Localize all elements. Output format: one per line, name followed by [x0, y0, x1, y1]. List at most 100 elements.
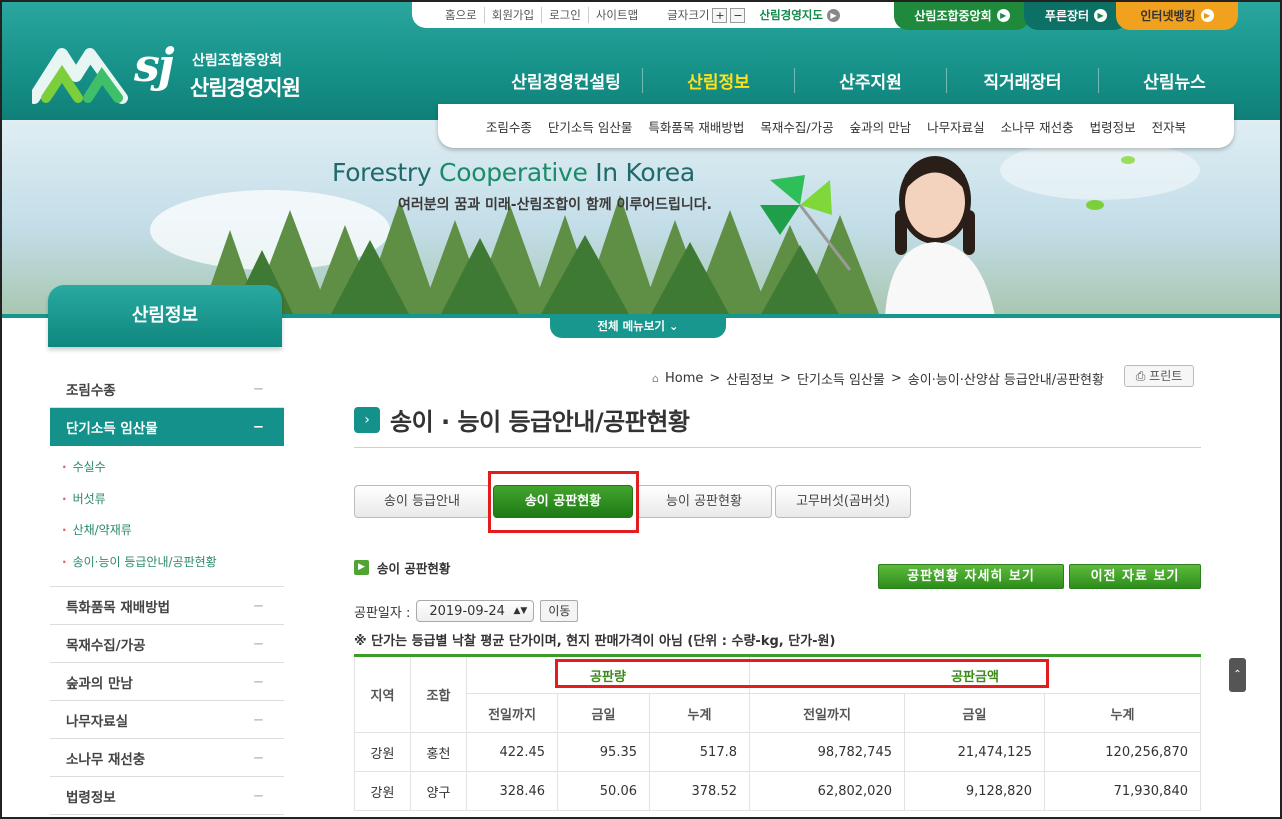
subnav-item[interactable]: 단기소득 임산물 — [540, 117, 640, 136]
print-label: 프린트 — [1149, 369, 1183, 383]
sidebar-item-specialty-cultivation[interactable]: 특화품목 재배방법 − — [50, 587, 284, 625]
move-button[interactable]: 이동 — [540, 600, 579, 622]
internet-banking-link[interactable]: 인터넷뱅킹 ▶ — [1116, 0, 1238, 30]
date-filter: 공판일자 : 2019-09-24 ▲▼ 이동 — [354, 600, 579, 622]
subnav-item[interactable]: 소나무 재선충 — [993, 117, 1082, 136]
sidebar-item-label: 단기소득 임산물 — [66, 421, 158, 437]
nav-news[interactable]: 산림뉴스 — [1097, 68, 1250, 93]
logo-mark: sj — [134, 38, 175, 92]
breadcrumb-item[interactable]: 산림정보 — [726, 369, 774, 388]
unit-note: ※ 단가는 등급별 낙찰 평균 단가이며, 현지 판매가격이 아님 (단위 : … — [354, 634, 836, 649]
nav-consulting[interactable]: 산림경영컨설팅 — [490, 68, 642, 93]
sidebar-item-short-term-products[interactable]: 단기소득 임산물 − — [50, 408, 284, 446]
logo-site-name: 산림경영지원 — [190, 76, 301, 100]
breadcrumb-separator: > — [890, 371, 902, 386]
font-increase-button[interactable]: + — [712, 7, 728, 23]
breadcrumb-item[interactable]: 단기소득 임산물 — [797, 369, 885, 388]
sidebar-item-tree-library[interactable]: 나무자료실 − — [50, 701, 284, 739]
collapse-icon: − — [252, 597, 264, 614]
subnav-item[interactable]: 나무자료실 — [919, 117, 993, 136]
tab-songi-grade[interactable]: 송이 등급안내 — [354, 485, 490, 518]
sidebar-item-timber[interactable]: 목재수집/가공 − — [50, 625, 284, 663]
nav-owner-support[interactable]: 산주지원 — [793, 68, 946, 93]
logo-org-name: 산림조합중앙회 — [192, 53, 283, 69]
home-icon: ⌂ — [652, 372, 659, 385]
subnav-item[interactable]: 특화품목 재배방법 — [640, 117, 752, 136]
sitemap-link[interactable]: 사이트맵 — [589, 7, 645, 23]
sidebar-item-planting-species[interactable]: 조림수종 − — [50, 370, 284, 408]
join-link[interactable]: 회원가입 — [485, 7, 543, 23]
green-market-link[interactable]: 푸른장터 ▶ — [1024, 0, 1128, 30]
collapse-icon: − — [252, 419, 264, 435]
col-coop: 조합 — [410, 654, 467, 733]
tab-rubber-mushroom[interactable]: 고무버섯(곰버섯) — [775, 485, 911, 518]
banner-title: Forestry Cooperative In Korea — [332, 158, 695, 187]
sidebar-item-label: 소나무 재선충 — [66, 751, 146, 768]
forest-map-label: 산림경영지도 — [759, 8, 823, 22]
font-decrease-button[interactable]: − — [730, 7, 746, 23]
home-link[interactable]: 홈으로 — [438, 7, 485, 23]
subnav-item[interactable]: 법령정보 — [1082, 117, 1144, 136]
subnav-item[interactable]: 목재수집/가공 — [752, 117, 841, 136]
breadcrumb-current: 송이·능이·산양삼 등급안내/공판현황 — [907, 373, 1104, 388]
view-detail-button[interactable]: 공판현황 자세히 보기 — [878, 564, 1064, 589]
breadcrumb: ⌂ Home > 산림정보 > 단기소득 임산물 > 송이·능이·산양삼 등급안내/공… — [652, 369, 1104, 388]
chevron-right-icon: ▶ — [354, 560, 369, 575]
chevron-updown-icon: ▲▼ — [513, 606, 528, 616]
mountain-logo-icon — [32, 48, 128, 104]
forest-map-link[interactable]: 산림경영지도 ▶ — [759, 7, 840, 23]
chevron-up-icon: ⌃ — [1233, 669, 1242, 680]
highlight-box-headers — [555, 659, 1049, 688]
cell-value: 9,128,820 — [904, 771, 1045, 811]
sidebar-subitem[interactable]: 산채/약재류 — [50, 515, 284, 547]
print-button[interactable]: ⎙ 프린트 — [1124, 365, 1194, 387]
sidebar-item-forest-experience[interactable]: 숲과의 만남 − — [50, 663, 284, 701]
highlight-box-tab — [488, 471, 639, 533]
collapse-icon: − — [252, 380, 264, 397]
site-logo[interactable]: sj 산림조합중앙회 산림경영지원 — [32, 38, 322, 110]
cell-coop: 홍천 — [410, 732, 467, 772]
view-all-menu-label: 전체 메뉴보기 — [597, 319, 665, 333]
sidebar-item-label: 숲과의 만남 — [66, 675, 133, 692]
subnav-item[interactable]: 숲과의 만남 — [842, 117, 919, 136]
sidebar-subitem-active[interactable]: 송이·능이 등급안내/공판현황 — [50, 547, 284, 579]
chevron-down-icon: ⌄ — [668, 319, 679, 333]
subnav-item[interactable]: 전자북 — [1144, 117, 1195, 136]
login-link[interactable]: 로그인 — [542, 7, 589, 23]
sidebar-subitem[interactable]: 수실수 — [50, 452, 284, 484]
table-row: 강원 홍천 422.45 95.35 517.8 98,782,745 21,4… — [354, 732, 1201, 772]
sidebar-item-law-info[interactable]: 법령정보 − — [50, 777, 284, 815]
tab-neungi-auction[interactable]: 능이 공판현황 — [636, 485, 772, 518]
date-value: 2019-09-24 — [429, 603, 505, 619]
date-select[interactable]: 2019-09-24 ▲▼ — [416, 600, 535, 622]
arrow-right-icon: ▶ — [996, 8, 1010, 22]
collapse-icon: − — [252, 635, 264, 652]
nav-forest-info[interactable]: 산림정보 — [641, 68, 794, 93]
arrow-right-icon: ▶ — [1094, 8, 1108, 22]
view-previous-button[interactable]: 이전 자료 보기 — [1069, 564, 1201, 589]
col-amt-total: 누계 — [1044, 693, 1201, 733]
nav-direct-market[interactable]: 직거래장터 — [945, 68, 1098, 93]
section-title: ▶ 송이 공판현황 — [354, 558, 450, 577]
cell-value: 62,802,020 — [749, 771, 905, 811]
col-amt-today: 금일 — [904, 693, 1045, 733]
col-qty-prev: 전일까지 — [466, 693, 558, 733]
sidebar-title: 산림정보 — [48, 285, 282, 347]
collapse-icon: − — [252, 787, 264, 804]
breadcrumb-item[interactable]: Home — [665, 371, 703, 386]
nfcf-link[interactable]: 산림조합중앙회 ▶ — [894, 0, 1030, 30]
col-qty-total: 누계 — [649, 693, 750, 733]
cell-value: 328.46 — [466, 771, 558, 811]
utility-bar: 홈으로 회원가입 로그인 사이트맵 글자크기 + − 산림경영지도 ▶ — [412, 2, 940, 28]
banner-subtitle: 여러분의 꿈과 미래-산림조합이 함께 이루어드립니다. — [398, 197, 712, 213]
view-all-menu-button[interactable]: 전체 메뉴보기 ⌄ — [550, 314, 726, 338]
sidebar-item-label: 목재수집/가공 — [66, 637, 146, 654]
collapse-icon: − — [252, 749, 264, 766]
scroll-top-button[interactable]: ⌃ — [1229, 658, 1246, 692]
cell-value: 71,930,840 — [1044, 771, 1201, 811]
sidebar-item-pine-wilt[interactable]: 소나무 재선충 − — [50, 739, 284, 777]
banner-title-part: In Korea — [587, 158, 695, 187]
subnav-item[interactable]: 조림수종 — [478, 117, 540, 136]
breadcrumb-separator: > — [780, 371, 792, 386]
sidebar-subitem[interactable]: 버섯류 — [50, 484, 284, 516]
